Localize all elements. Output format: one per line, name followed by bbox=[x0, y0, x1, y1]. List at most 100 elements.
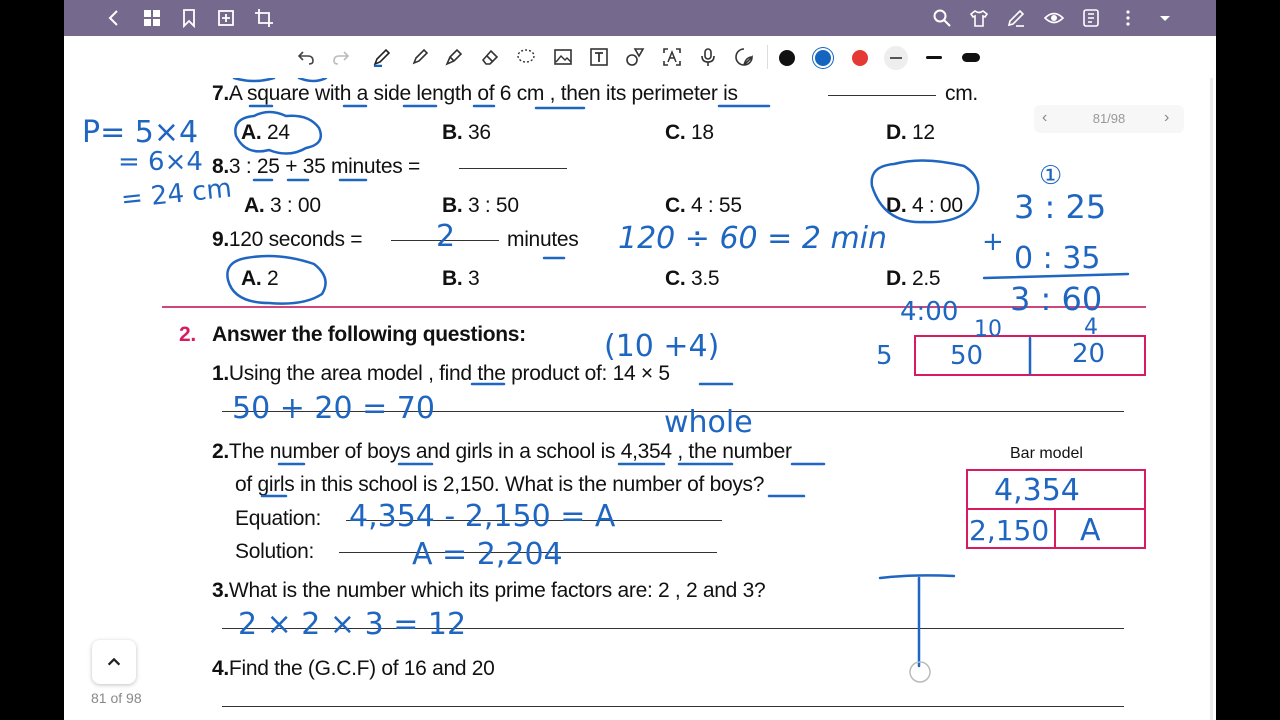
hw-p1-answer: 50 + 20 = 70 bbox=[232, 391, 435, 426]
shirt-icon[interactable] bbox=[967, 6, 991, 30]
q9-option-d: D. 2.5 bbox=[886, 267, 941, 290]
add-page-icon[interactable] bbox=[214, 6, 238, 30]
color-black-swatch[interactable] bbox=[779, 50, 795, 66]
back-icon[interactable] bbox=[102, 6, 126, 30]
problem-2-line-1: 2.The number of boys and girls in a scho… bbox=[212, 440, 792, 463]
hw-sol-answer: A = 2,204 bbox=[412, 537, 563, 572]
next-page-button[interactable]: › bbox=[1164, 109, 1169, 127]
solution-label: Solution: bbox=[235, 540, 315, 563]
mic-icon[interactable] bbox=[696, 45, 720, 69]
answer-line bbox=[346, 520, 722, 521]
section-title: Answer the following questions: bbox=[212, 323, 526, 346]
brush-icon[interactable] bbox=[442, 45, 466, 69]
hw-perimeter-3: = 24 cm bbox=[120, 174, 234, 215]
q9-unit: minutes bbox=[507, 228, 579, 251]
q7-option-b: B. 36 bbox=[442, 121, 491, 144]
hw-eq-answer: 4,354 - 2,150 = A bbox=[349, 499, 616, 534]
hw-perimeter-1: P= 5×4 bbox=[82, 115, 198, 150]
q8-option-a: A. 3 : 00 bbox=[244, 194, 321, 217]
equation-label: Equation: bbox=[235, 507, 322, 530]
pen-icon[interactable] bbox=[370, 45, 394, 69]
highlighter-icon[interactable] bbox=[408, 45, 432, 69]
bookmark-icon[interactable] bbox=[177, 6, 201, 30]
q7-option-c: C. 18 bbox=[665, 121, 714, 144]
answer-blank bbox=[391, 240, 499, 241]
crop-icon[interactable] bbox=[252, 6, 276, 30]
answer-blank bbox=[828, 95, 936, 96]
redo-icon[interactable] bbox=[329, 45, 353, 69]
area-model-box bbox=[914, 335, 1146, 376]
answer-line bbox=[339, 552, 717, 553]
color-red-swatch[interactable] bbox=[852, 50, 868, 66]
page-navigator: ‹ 81/98 › bbox=[1034, 105, 1184, 133]
hw-time-calc: 120 ÷ 60 = 2 min bbox=[618, 221, 887, 256]
text-recognize-icon[interactable] bbox=[660, 45, 684, 69]
q7-option-d: D. 12 bbox=[886, 121, 935, 144]
hw-add-final: 4:00 bbox=[900, 297, 958, 327]
answer-blank bbox=[459, 168, 567, 169]
problem-1: 1.Using the area model , find the produc… bbox=[212, 362, 670, 385]
section-divider bbox=[162, 306, 1146, 308]
notes-app: ‹ 81/98 › 7.A square with a side length … bbox=[64, 0, 1216, 720]
q9-option-b: B. 3 bbox=[442, 267, 480, 290]
hw-add-plus: + bbox=[982, 227, 1004, 257]
problem-2-line-2: of girls in this school is 2,150. What i… bbox=[235, 473, 765, 496]
text-box-icon[interactable] bbox=[587, 45, 611, 69]
reader-icon[interactable] bbox=[1079, 6, 1103, 30]
question-9: 9.120 seconds = bbox=[212, 228, 363, 251]
shapes-icon[interactable] bbox=[623, 45, 647, 69]
hw-q9-answer: 2 bbox=[436, 219, 455, 254]
undo-icon[interactable] bbox=[294, 45, 318, 69]
toolbar-divider bbox=[767, 45, 768, 69]
answer-line bbox=[222, 706, 1124, 707]
hw-area-split: (10 +4) bbox=[604, 329, 719, 364]
q8-option-c: C. 4 : 55 bbox=[665, 194, 742, 217]
q9-option-a: A. 2 bbox=[241, 267, 279, 290]
page-indicator: 81/98 bbox=[1092, 111, 1126, 126]
page-count: 81 of 98 bbox=[91, 690, 142, 706]
bar-model-split bbox=[1054, 509, 1056, 549]
hw-step-1: ① bbox=[1039, 161, 1062, 191]
more-icon[interactable] bbox=[1116, 6, 1140, 30]
q8-option-d: D. 4 : 00 bbox=[886, 194, 963, 217]
document-page[interactable]: ‹ 81/98 › 7.A square with a side length … bbox=[64, 78, 1216, 720]
thick-stroke-option[interactable] bbox=[962, 53, 980, 62]
image-icon[interactable] bbox=[551, 45, 575, 69]
prev-page-button[interactable]: ‹ bbox=[1042, 109, 1047, 127]
question-8: 8.3 : 25 + 35 minutes = bbox=[212, 155, 420, 178]
q7-option-a: A. 24 bbox=[241, 121, 290, 144]
eye-icon[interactable] bbox=[1042, 6, 1066, 30]
scroll-to-top-button[interactable] bbox=[92, 640, 136, 684]
question-7: 7.A square with a side length of 6 cm , … bbox=[212, 82, 738, 105]
section-number: 2. bbox=[179, 323, 196, 346]
hw-add-top: 3 : 25 bbox=[1014, 188, 1106, 226]
chevron-up-icon bbox=[107, 657, 121, 666]
lasso-icon[interactable] bbox=[514, 45, 538, 69]
problem-3: 3.What is the number which its prime fac… bbox=[212, 579, 766, 602]
pen-edit-icon[interactable] bbox=[1004, 6, 1028, 30]
hw-area-row: 5 bbox=[876, 341, 893, 371]
q7-unit: cm. bbox=[945, 82, 978, 105]
top-app-bar bbox=[64, 0, 1216, 36]
hw-perimeter-2: = 6×4 bbox=[118, 147, 203, 177]
sticker-icon[interactable] bbox=[732, 45, 756, 69]
answer-line bbox=[222, 411, 1124, 412]
hw-p3-answer: 2 × 2 × 3 = 12 bbox=[238, 607, 466, 642]
bar-model-divider bbox=[966, 508, 1146, 510]
q8-option-b: B. 3 : 50 bbox=[442, 194, 519, 217]
color-blue-swatch[interactable] bbox=[815, 50, 831, 66]
hw-add-result: 3 : 60 bbox=[1010, 280, 1102, 318]
answer-line bbox=[222, 628, 1124, 629]
problem-4: 4.Find the (G.C.F) of 16 and 20 bbox=[212, 657, 495, 680]
bar-model-title: Bar model bbox=[1010, 445, 1083, 462]
page-edge bbox=[1210, 78, 1213, 720]
grid-icon[interactable] bbox=[140, 6, 164, 30]
search-icon[interactable] bbox=[930, 6, 954, 30]
thin-stroke-line bbox=[890, 57, 902, 59]
q9-option-c: C. 3.5 bbox=[665, 267, 720, 290]
hw-add-mid: 0 : 35 bbox=[1014, 241, 1100, 276]
dropdown-icon[interactable] bbox=[1153, 6, 1177, 30]
drawing-toolbar bbox=[64, 36, 1216, 79]
medium-stroke-option[interactable] bbox=[926, 56, 942, 59]
eraser-icon[interactable] bbox=[478, 45, 502, 69]
